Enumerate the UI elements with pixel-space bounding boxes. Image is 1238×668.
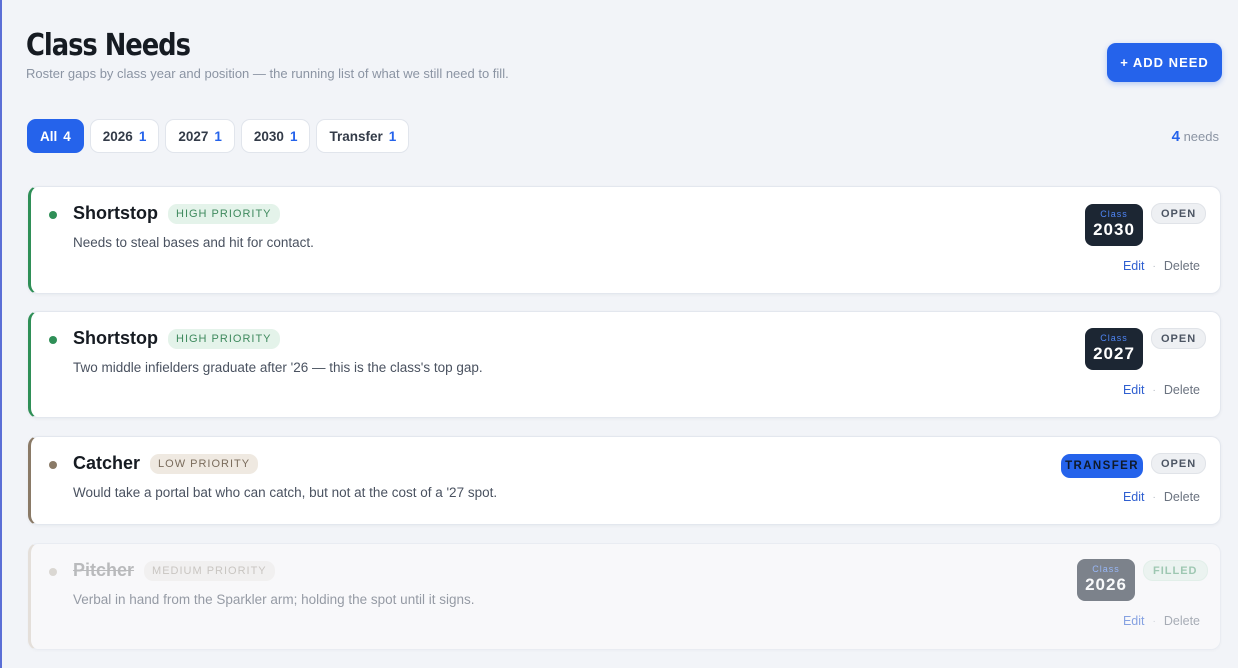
class-label: Class bbox=[1100, 209, 1128, 219]
filter-2026[interactable]: 2026 1 bbox=[89, 119, 160, 153]
priority-badge: MEDIUM PRIORITY bbox=[144, 560, 275, 581]
delete-link[interactable]: Delete bbox=[1164, 259, 1200, 273]
class-label: Class bbox=[1092, 564, 1120, 574]
status-badge: OPEN bbox=[1151, 328, 1207, 349]
class-year: 2027 bbox=[1093, 344, 1135, 363]
page-subtitle: Roster gaps by class year and position —… bbox=[26, 66, 509, 81]
edit-link[interactable]: Edit bbox=[1123, 614, 1145, 628]
delete-link[interactable]: Delete bbox=[1164, 614, 1200, 628]
filter-2030[interactable]: 2030 1 bbox=[240, 119, 311, 153]
class-year: 2030 bbox=[1093, 220, 1135, 239]
class-year-badge: Class 2026 bbox=[1077, 559, 1135, 601]
action-separator: · bbox=[1152, 491, 1156, 503]
need-card: Pitcher MEDIUM PRIORITY Verbal in hand f… bbox=[28, 543, 1221, 650]
filter-label: 2027 bbox=[178, 128, 209, 144]
priority-dot-icon bbox=[49, 461, 57, 469]
filter-label: All bbox=[40, 128, 58, 144]
need-card: Catcher LOW PRIORITY Would take a portal… bbox=[28, 436, 1221, 525]
filter-label: 2030 bbox=[253, 128, 284, 144]
filter-count: 1 bbox=[289, 128, 298, 144]
need-description: Verbal in hand from the Sparkler arm; ho… bbox=[73, 592, 475, 607]
need-position: Catcher bbox=[73, 453, 141, 473]
filter-count: 4 bbox=[63, 128, 71, 144]
action-separator: · bbox=[1152, 384, 1156, 396]
priority-badge: HIGH PRIORITY bbox=[168, 328, 280, 349]
filter-all[interactable]: All 4 bbox=[27, 119, 84, 153]
need-card: Shortstop HIGH PRIORITY Two middle infie… bbox=[28, 311, 1221, 418]
action-separator: · bbox=[1152, 615, 1156, 627]
needs-count-label: needs bbox=[1183, 129, 1219, 144]
page-title: Class Needs bbox=[26, 28, 191, 63]
priority-dot-icon bbox=[49, 568, 57, 576]
status-badge: FILLED bbox=[1143, 560, 1208, 581]
filter-2027[interactable]: 2027 1 bbox=[165, 119, 235, 153]
filter-count: 1 bbox=[388, 128, 397, 144]
need-position: Pitcher bbox=[73, 560, 135, 580]
need-position: Shortstop bbox=[73, 328, 158, 348]
needs-count-number: 4 bbox=[1171, 128, 1180, 145]
action-separator: · bbox=[1152, 260, 1156, 272]
delete-link[interactable]: Delete bbox=[1164, 490, 1200, 504]
priority-badge: LOW PRIORITY bbox=[150, 453, 259, 474]
filter-label: Transfer bbox=[329, 128, 383, 144]
need-description: Two middle infielders graduate after '26… bbox=[73, 360, 483, 375]
transfer-badge: TRANSFER bbox=[1061, 454, 1143, 478]
priority-dot-icon bbox=[49, 336, 57, 344]
edit-link[interactable]: Edit bbox=[1123, 490, 1145, 504]
filter-count: 1 bbox=[214, 128, 222, 144]
page-header: Class Needs Roster gaps by class year an… bbox=[26, 28, 509, 81]
filter-label: 2026 bbox=[102, 128, 133, 144]
filter-transfer[interactable]: Transfer 1 bbox=[316, 119, 410, 153]
needs-count: 4 needs bbox=[1172, 128, 1219, 145]
card-actions: Edit · Delete bbox=[1123, 614, 1200, 628]
edit-link[interactable]: Edit bbox=[1123, 259, 1145, 273]
class-year-badge: Class 2030 bbox=[1085, 204, 1143, 246]
status-badge: OPEN bbox=[1151, 203, 1207, 224]
card-actions: Edit · Delete bbox=[1123, 490, 1200, 504]
need-card: Shortstop HIGH PRIORITY Needs to steal b… bbox=[28, 186, 1221, 294]
class-label: Class bbox=[1100, 333, 1128, 343]
add-need-button[interactable]: + ADD NEED bbox=[1107, 43, 1222, 82]
delete-link[interactable]: Delete bbox=[1164, 383, 1200, 397]
need-position: Shortstop bbox=[73, 203, 158, 223]
priority-dot-icon bbox=[49, 211, 57, 219]
status-badge: OPEN bbox=[1151, 453, 1207, 474]
filter-chips: All 4 2026 1 2027 1 2030 1 Transfer 1 bbox=[27, 119, 410, 153]
filter-count: 1 bbox=[138, 128, 147, 144]
priority-badge: HIGH PRIORITY bbox=[168, 203, 280, 224]
class-year-badge: Class 2027 bbox=[1085, 328, 1143, 370]
need-description: Would take a portal bat who can catch, b… bbox=[73, 485, 498, 500]
edit-link[interactable]: Edit bbox=[1123, 383, 1145, 397]
need-description: Needs to steal bases and hit for contact… bbox=[73, 235, 314, 250]
card-actions: Edit · Delete bbox=[1123, 259, 1200, 273]
class-year: 2026 bbox=[1085, 575, 1127, 594]
card-actions: Edit · Delete bbox=[1123, 383, 1200, 397]
